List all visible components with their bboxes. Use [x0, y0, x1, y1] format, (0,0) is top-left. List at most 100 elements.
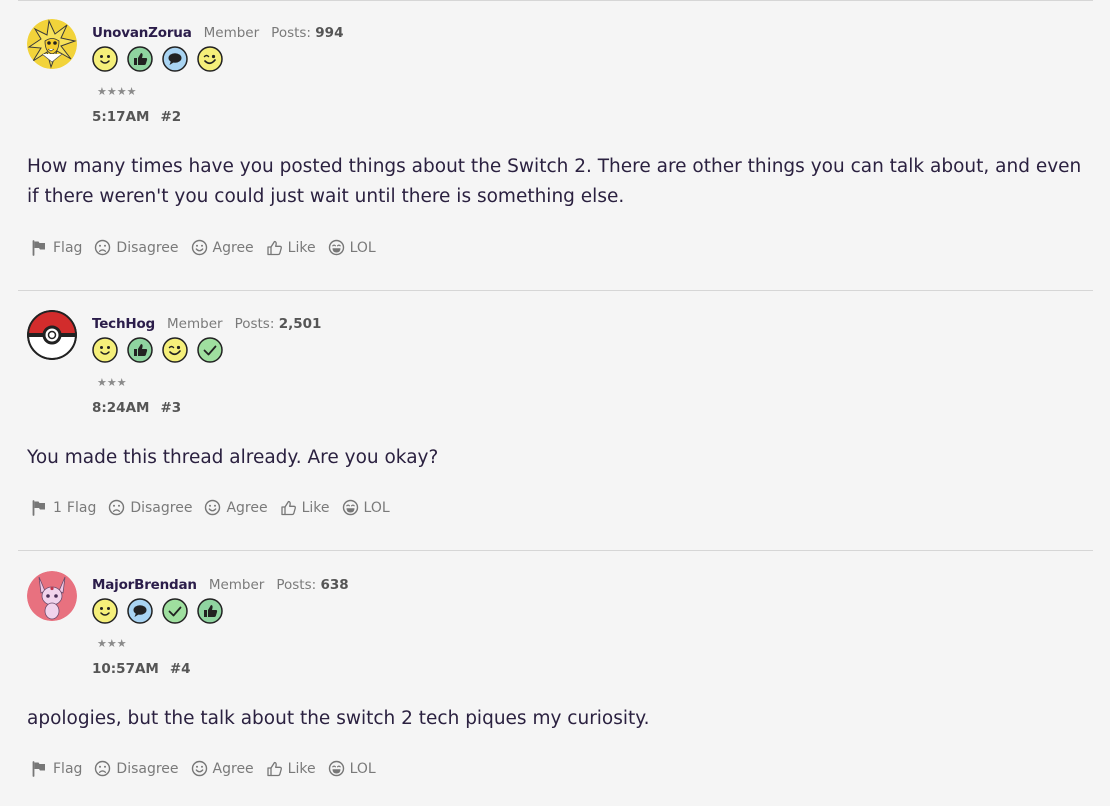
post-time-link[interactable]: 8:24AM [92, 400, 149, 416]
avatar-majorbrendan[interactable] [27, 571, 77, 621]
laugh-icon [328, 239, 344, 256]
like-label: Like [287, 239, 316, 256]
laugh-icon [328, 760, 344, 777]
flag-icon [32, 500, 46, 516]
agree-label: Agree [226, 499, 268, 516]
lol-button[interactable]: LOL [328, 239, 376, 256]
thumbs-up-icon [267, 240, 282, 256]
post-meta: TechHog Member Posts: 2,501 [92, 316, 321, 333]
frown-icon [109, 499, 125, 516]
flag-label: Flag [53, 239, 83, 256]
post-meta: MajorBrendan Member Posts: 638 [92, 577, 349, 594]
username-link[interactable]: MajorBrendan [92, 577, 197, 593]
avatar-unovanzorua[interactable] [27, 19, 77, 69]
flag-icon [32, 761, 46, 777]
like-label: Like [287, 760, 316, 777]
lol-button[interactable]: LOL [342, 499, 390, 516]
lol-button[interactable]: LOL [328, 760, 376, 777]
flag-button[interactable]: Flag [31, 760, 82, 777]
rank-stars: ★★★ [97, 637, 127, 650]
thumbs-up-icon [280, 500, 296, 516]
agree-button[interactable]: Agree [204, 499, 268, 516]
posts-label: Posts: [276, 577, 317, 593]
post-meta: UnovanZorua Member Posts: 994 [92, 25, 343, 42]
flag-icon [32, 240, 46, 256]
post-body: How many times have you posted things ab… [27, 156, 1082, 207]
posts-count: 994 [315, 25, 344, 41]
posts-count: 2,501 [278, 316, 322, 332]
checkmark-badge-icon[interactable] [197, 337, 223, 363]
post-actions: 1 Flag Disagree Agree Like LOL [31, 499, 402, 516]
disagree-label: Disagree [116, 239, 179, 256]
thumbs-up-icon [267, 761, 282, 777]
like-button[interactable]: Like [280, 499, 330, 516]
like-button[interactable]: Like [266, 239, 316, 256]
post-actions: Flag Disagree Agree Like LOL [31, 239, 388, 256]
user-role: Member [167, 316, 223, 332]
lol-label: LOL [363, 499, 390, 516]
post-actions: Flag Disagree Agree Like LOL [31, 760, 388, 777]
post-time-row: 10:57AM #4 [92, 661, 191, 677]
rank-stars: ★★★ [97, 376, 127, 389]
disagree-button[interactable]: Disagree [108, 499, 192, 516]
post-divider [18, 290, 1093, 291]
thumbs-up-badge-icon[interactable] [127, 46, 153, 72]
flag-button[interactable]: Flag [31, 239, 82, 256]
smile-icon [205, 499, 221, 516]
post-time-link[interactable]: 5:17AM [92, 109, 149, 125]
badge-row [92, 46, 223, 72]
flag-label: Flag [53, 760, 83, 777]
badge-row [92, 598, 223, 624]
smiley-badge-icon[interactable] [92, 337, 118, 363]
user-role: Member [208, 577, 265, 593]
badge-row [92, 337, 223, 363]
avatar-techhog[interactable] [27, 310, 77, 360]
username-link[interactable]: TechHog [92, 316, 155, 332]
lol-label: LOL [349, 239, 376, 256]
post-time-row: 5:17AM #2 [92, 109, 181, 125]
post-body: apologies, but the talk about the switch… [27, 708, 650, 729]
posts-count: 638 [320, 577, 349, 593]
post-time-row: 8:24AM #3 [92, 400, 181, 416]
post-divider [18, 0, 1093, 1]
laugh-icon [342, 499, 358, 516]
frown-icon [95, 760, 111, 777]
smiley-badge-icon[interactable] [92, 598, 118, 624]
like-button[interactable]: Like [266, 760, 316, 777]
agree-label: Agree [212, 760, 254, 777]
thread: UnovanZorua Member Posts: 994 ★★★★ 5:17AM #… [0, 0, 1110, 806]
user-role: Member [203, 25, 260, 41]
post-divider [18, 550, 1093, 551]
agree-button[interactable]: Agree [191, 239, 254, 256]
agree-label: Agree [212, 239, 254, 256]
posts-label: Posts: [234, 316, 275, 332]
disagree-label: Disagree [130, 499, 193, 516]
post-number-link[interactable]: #4 [170, 661, 191, 677]
checkmark-badge-icon[interactable] [162, 598, 188, 624]
flag-label: Flag [66, 499, 97, 516]
wink-badge-icon[interactable] [162, 337, 188, 363]
post-body: You made this thread already. Are you ok… [27, 447, 439, 468]
smiley-badge-icon[interactable] [92, 46, 118, 72]
like-label: Like [301, 499, 330, 516]
speech-bubble-badge-icon[interactable] [162, 46, 188, 72]
thumbs-up-badge-icon[interactable] [197, 598, 223, 624]
smile-icon [191, 760, 207, 777]
rank-stars: ★★★★ [97, 85, 137, 98]
post-time-link[interactable]: 10:57AM [92, 661, 159, 677]
wink-badge-icon[interactable] [197, 46, 223, 72]
lol-label: LOL [349, 760, 376, 777]
post-number-link[interactable]: #3 [160, 400, 181, 416]
flag-count: 1 [53, 499, 62, 516]
speech-bubble-badge-icon[interactable] [127, 598, 153, 624]
thumbs-up-badge-icon[interactable] [127, 337, 153, 363]
agree-button[interactable]: Agree [191, 760, 254, 777]
username-link[interactable]: UnovanZorua [92, 25, 192, 41]
disagree-label: Disagree [116, 760, 179, 777]
frown-icon [95, 239, 111, 256]
disagree-button[interactable]: Disagree [94, 760, 179, 777]
smile-icon [191, 239, 207, 256]
post-number-link[interactable]: #2 [160, 109, 181, 125]
flag-button[interactable]: 1 Flag [31, 499, 96, 516]
disagree-button[interactable]: Disagree [94, 239, 179, 256]
